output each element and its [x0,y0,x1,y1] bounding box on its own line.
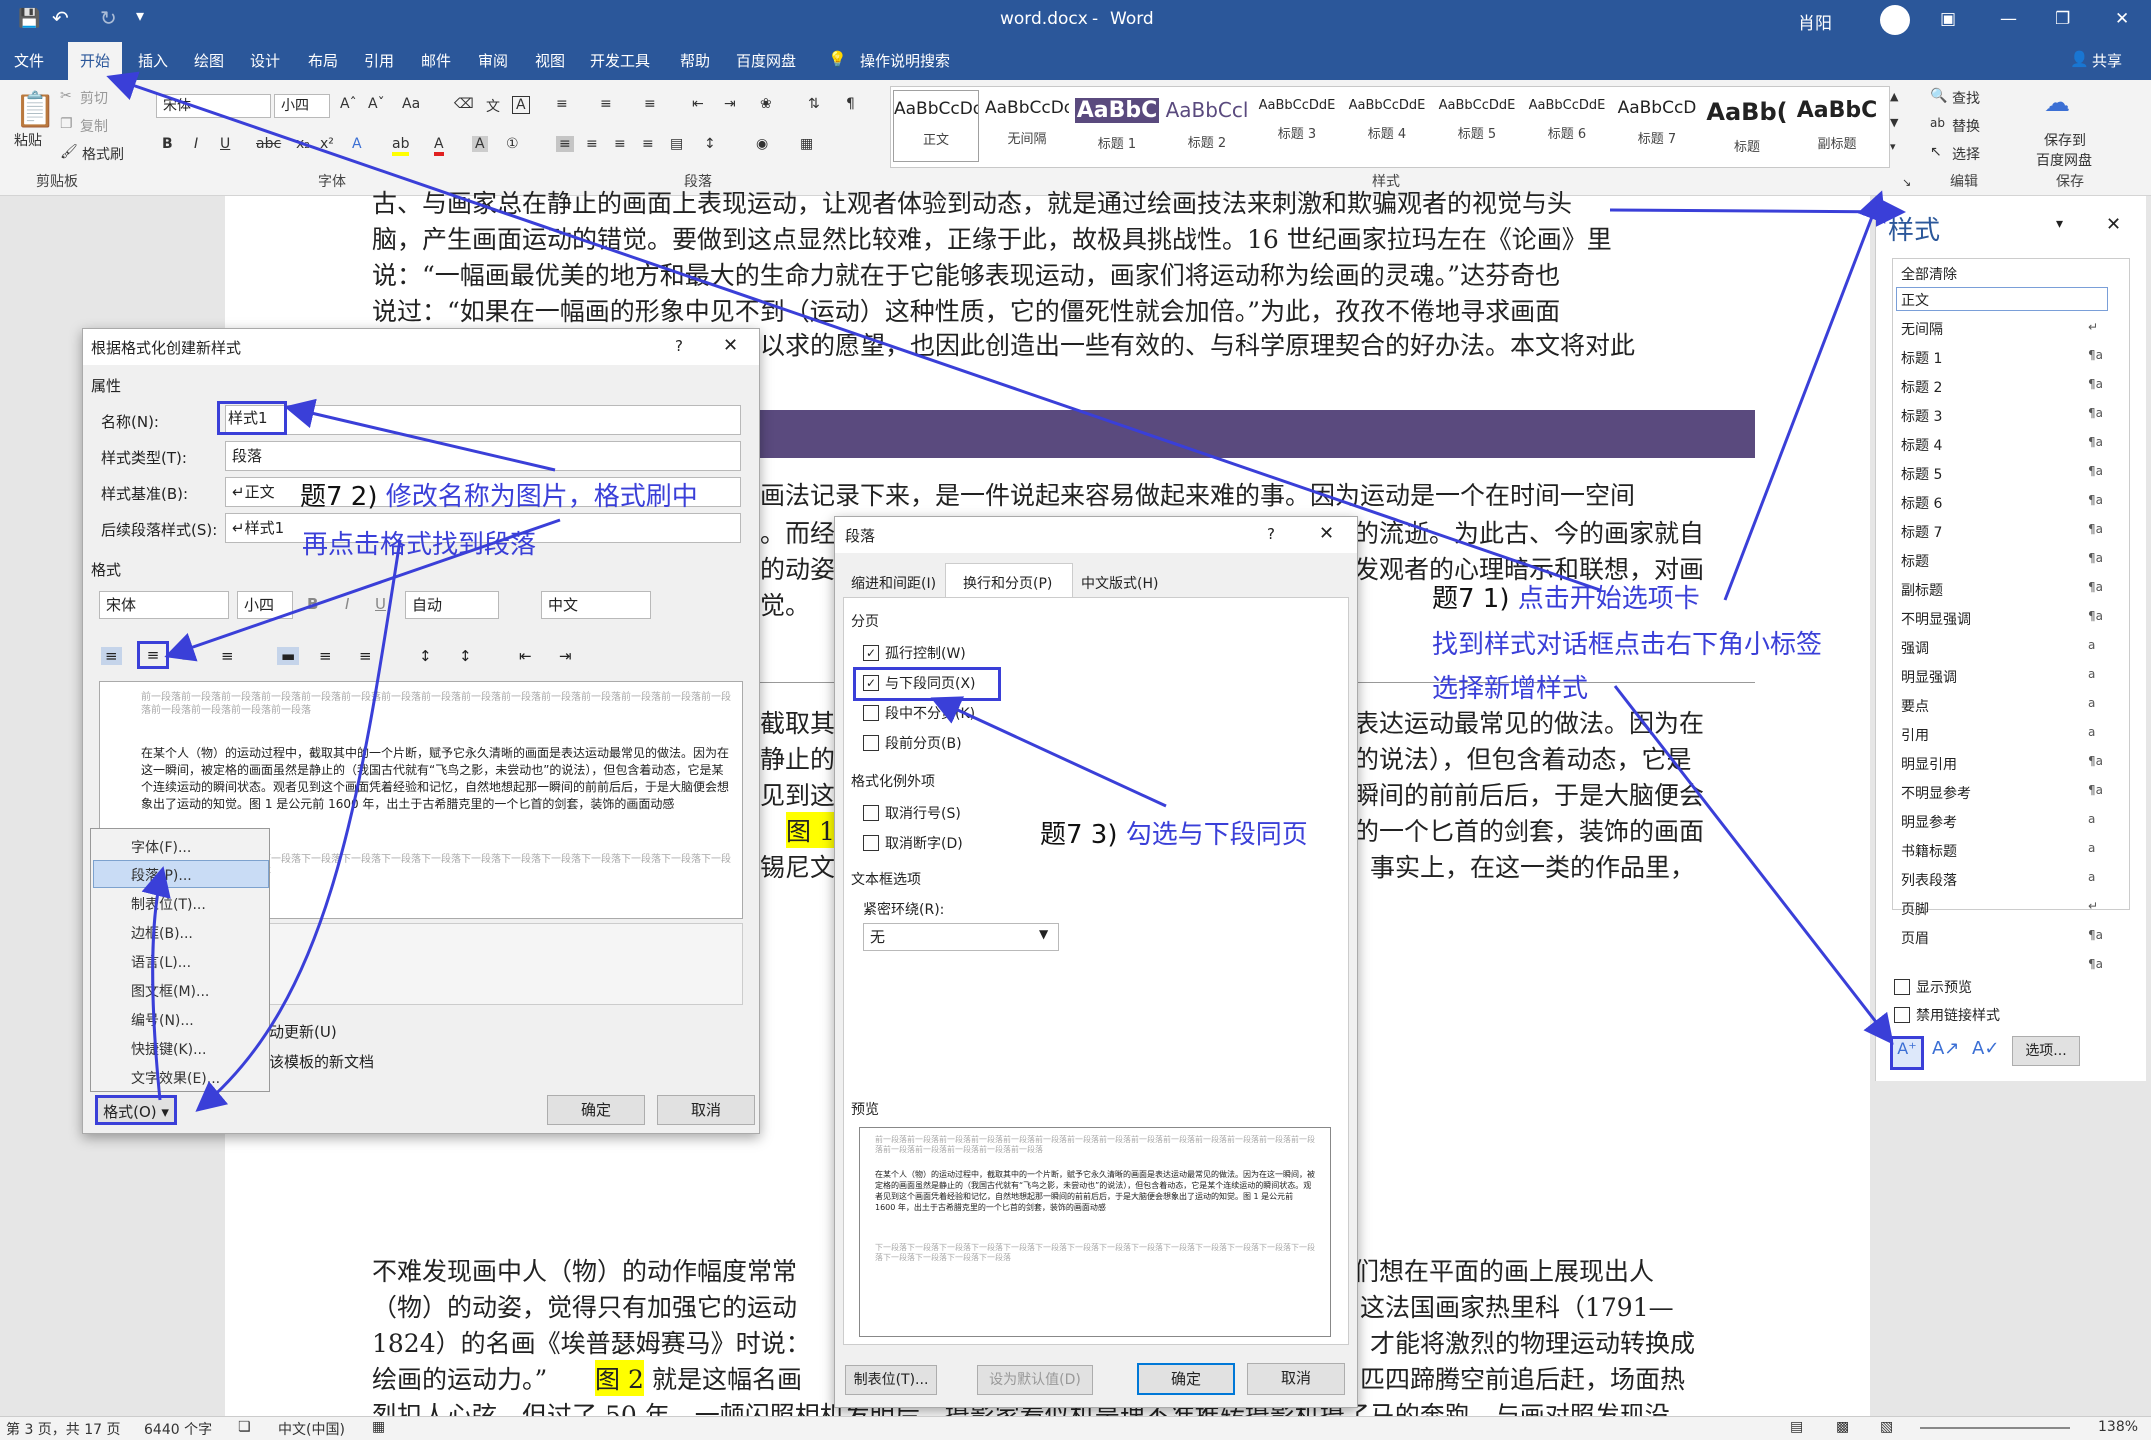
read-mode-icon[interactable]: ▤ [1790,1419,1803,1435]
page-count[interactable]: 第 3 页，共 17 页 [6,1419,121,1439]
arrow-to-home-tab [106,71,1601,592]
macro-icon[interactable]: ▦ [372,1419,385,1435]
arrow-to-format-button [195,539,402,1112]
language-status[interactable]: 中文(中国) [278,1419,345,1439]
arrow-to-styles-launcher [1723,190,1886,601]
arrow-to-new-style-button [1613,685,1894,1045]
arrow-to-name-field [284,398,556,472]
word-count[interactable]: 6440 个字 [144,1419,212,1439]
zoom-level[interactable]: 138% [2098,1419,2138,1435]
proofing-icon[interactable]: ❏ [238,1419,251,1435]
arrow-to-keep-with-next [930,696,1167,808]
annotation-arrows [106,71,1906,1112]
arrow-to-paragraph-item [141,866,171,1101]
zoom-slider[interactable] [1920,1427,2070,1429]
print-layout-icon[interactable]: ▩ [1836,1419,1849,1435]
arrow-to-center-align [164,518,561,662]
web-layout-icon[interactable]: ▧ [1880,1419,1893,1435]
status-bar: 第 3 页，共 17 页 6440 个字 ❏ 中文(中国) ▦ ▤ ▩ ▧ 13… [0,1416,2151,1440]
arrow-to-pane [1609,196,1906,227]
